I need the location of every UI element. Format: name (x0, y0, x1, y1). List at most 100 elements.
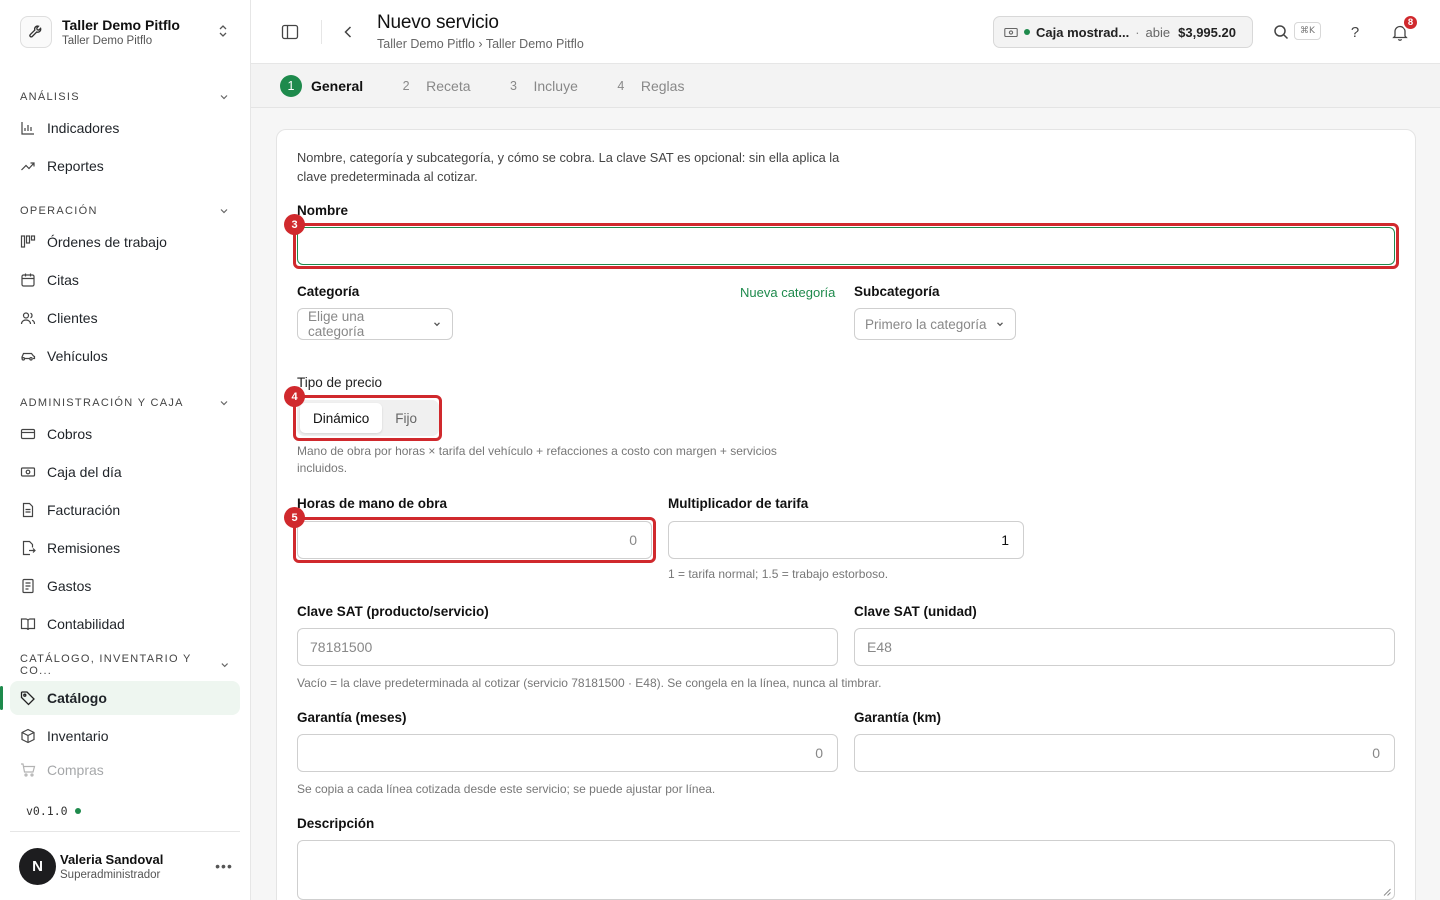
sidebar-item-indicadores[interactable]: Indicadores (10, 111, 240, 145)
org-switcher[interactable]: Taller Demo Pitflo Taller Demo Pitflo (0, 0, 250, 64)
chevron-down-icon (434, 322, 440, 327)
sat-unidad-input[interactable]: E48 (854, 628, 1395, 666)
categoria-label: Categoría (297, 284, 360, 299)
step-number: 2 (402, 78, 410, 93)
help-icon[interactable]: ? (1346, 22, 1364, 42)
sidebar-item-label: Citas (47, 272, 79, 288)
search-icon[interactable] (1272, 22, 1290, 42)
step-label: Incluye (533, 77, 578, 94)
section-administracion[interactable]: ADMINISTRACIÓN Y CAJA (0, 393, 250, 413)
resize-grip-icon[interactable] (1383, 888, 1391, 896)
step-general[interactable]: 1 General (280, 74, 363, 97)
step-label: Reglas (640, 77, 685, 94)
highlight-box (293, 223, 1399, 269)
sidebar-item-vehiculos[interactable]: Vehículos (10, 339, 240, 373)
sidebar-item-facturacion[interactable]: Facturación (10, 493, 240, 527)
sidebar-item-gastos[interactable]: Gastos (10, 569, 240, 603)
form-card: Nombre, categoría y subcategoría, y cómo… (276, 129, 1416, 900)
tag-icon (20, 691, 35, 706)
back-arrow-icon[interactable] (339, 21, 357, 43)
chevron-down-icon (996, 322, 1003, 327)
step-number: 3 (510, 78, 517, 93)
descripcion-textarea[interactable] (297, 840, 1395, 900)
avatar: N (19, 847, 56, 885)
file-icon (22, 502, 34, 518)
subcategoria-label: Subcategoría (854, 284, 940, 299)
tipo-precio-help: Mano de obra por horas × tarifa del vehí… (297, 444, 777, 475)
sat-producto-input[interactable]: 78181500 (297, 628, 838, 666)
user-name: Valeria Sandoval (60, 851, 164, 867)
book-icon (20, 618, 36, 631)
trend-icon (21, 162, 35, 171)
calendar-icon (21, 273, 35, 287)
step-incluye[interactable]: 3 Incluye (503, 75, 578, 97)
categoria-select-value: Elige una categoría (308, 309, 365, 339)
garantia-km-input[interactable]: 0 (854, 734, 1395, 772)
kanban-icon (20, 235, 36, 248)
chevron-down-icon (220, 401, 228, 406)
sidebar-item-label: Indicadores (47, 120, 120, 136)
sat-help: Vacío = la clave predeterminada al cotiz… (297, 676, 882, 690)
bar-chart-icon (21, 122, 34, 135)
garantia-km-label: Garantía (km) (854, 710, 942, 725)
main-content: Nuevo servicio Taller Demo Pitflo › Tall… (251, 0, 1440, 900)
highlight-box (293, 517, 656, 563)
wizard-steps: 1 General 2 Receta 3 Incluye 4 Reglas (251, 64, 1440, 108)
more-icon[interactable]: ••• (214, 858, 234, 874)
sidebar-item-compras[interactable]: Compras (10, 757, 240, 783)
page-title: Nuevo servicio (377, 12, 499, 33)
box-icon (21, 728, 35, 744)
topbar: Nuevo servicio Taller Demo Pitflo › Tall… (251, 0, 1440, 64)
sidebar-item-contabilidad[interactable]: Contabilidad (10, 607, 240, 641)
notification-badge: 8 (1402, 14, 1419, 31)
section-operacion[interactable]: OPERACIÓN (0, 201, 250, 221)
horas-label: Horas de mano de obra (297, 496, 448, 511)
sidebar-item-cobros[interactable]: Cobros (10, 417, 240, 451)
cash-register-button[interactable]: Caja mostrad... · abie $3,995.20 (993, 16, 1253, 48)
sidebar-item-catalogo[interactable]: Catálogo (0, 681, 240, 715)
garantia-meses-label: Garantía (meses) (297, 710, 407, 725)
sidebar-item-ordenes[interactable]: Órdenes de trabajo (10, 225, 240, 259)
sidebar-item-citas[interactable]: Citas (10, 263, 240, 297)
garantia-help: Se copia a cada línea cotizada desde est… (297, 782, 716, 796)
car-icon (21, 352, 36, 361)
user-role: Superadministrador (60, 868, 161, 881)
status-dot (74, 808, 81, 814)
multiplicador-help: 1 = tarifa normal; 1.5 = trabajo estorbo… (668, 567, 889, 581)
highlight-box (293, 395, 442, 441)
cash-register-name: Caja mostrad... (1036, 24, 1130, 40)
sidebar-item-label: Caja del día (47, 464, 122, 480)
sidebar-item-label: Cobros (47, 426, 93, 442)
multiplicador-input[interactable]: 1 (668, 521, 1024, 559)
version-text: v0.1.0 (26, 804, 68, 818)
sat-producto-label: Clave SAT (producto/servicio) (297, 604, 489, 619)
multiplicador-label: Multiplicador de tarifa (668, 496, 809, 511)
sidebar-item-inventario[interactable]: Inventario (10, 719, 240, 753)
highlight-number: 4 (284, 386, 305, 407)
status-dot (1024, 29, 1030, 35)
shortcut-hint: ⌘K (1294, 22, 1321, 40)
section-title: ADMINISTRACIÓN Y CAJA (20, 397, 184, 409)
nueva-categoria-link[interactable]: Nueva categoría (740, 285, 835, 300)
step-reglas[interactable]: 4 Reglas (610, 75, 685, 97)
user-menu[interactable]: N Valeria Sandoval Superadministrador ••… (10, 831, 240, 900)
subcategoria-select[interactable]: Primero la categoría (854, 308, 1016, 340)
divider (321, 20, 322, 44)
step-receta[interactable]: 2 Receta (395, 75, 471, 97)
sidebar-item-label: Compras (47, 762, 104, 778)
sidebar-item-remisiones[interactable]: Remisiones (10, 531, 240, 565)
form-intro: Nombre, categoría y subcategoría, y cómo… (297, 150, 840, 184)
section-title: OPERACIÓN (20, 205, 98, 217)
categoria-select[interactable]: Elige una categoría (297, 308, 453, 340)
sidebar-item-label: Vehículos (47, 348, 108, 364)
receipt-icon (22, 578, 34, 594)
sidebar-item-reportes[interactable]: Reportes (10, 149, 240, 183)
wallet-icon (20, 428, 36, 440)
section-analisis[interactable]: ANÁLISIS (0, 87, 250, 107)
sidebar-item-caja-del-dia[interactable]: Caja del día (10, 455, 240, 489)
sidebar-item-clientes[interactable]: Clientes (10, 301, 240, 335)
sidebar-toggle-icon[interactable] (279, 21, 301, 43)
section-catalogo[interactable]: CATÁLOGO, INVENTARIO Y CO... (0, 653, 250, 677)
descripcion-label: Descripción (297, 816, 375, 831)
garantia-meses-input[interactable]: 0 (297, 734, 838, 772)
